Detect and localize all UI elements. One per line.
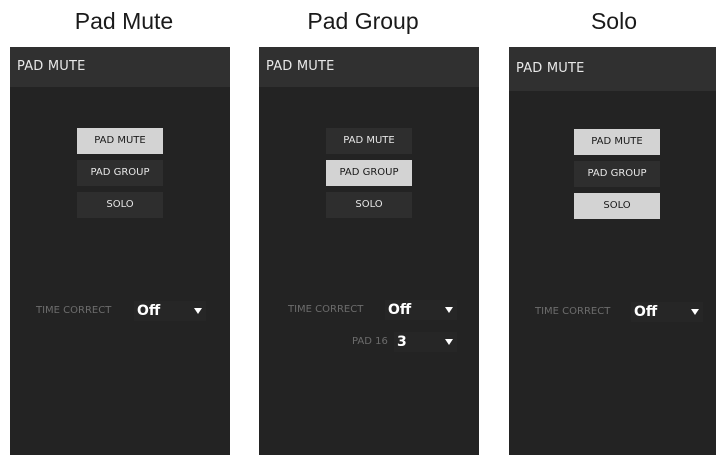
pad-group-button[interactable]: PAD GROUP: [77, 160, 163, 186]
pad-group-value: 3: [397, 334, 407, 350]
time-correct-dropdown[interactable]: Off: [385, 300, 457, 320]
pad-group-panel: PAD MUTE PAD MUTE PAD GROUP SOLO TIME CO…: [259, 47, 479, 455]
solo-button[interactable]: SOLO: [574, 193, 660, 219]
pad-mute-button[interactable]: PAD MUTE: [326, 128, 412, 154]
pad-mute-button[interactable]: PAD MUTE: [574, 129, 660, 155]
pad-mute-panel: PAD MUTE PAD MUTE PAD GROUP SOLO TIME CO…: [10, 47, 230, 455]
triangle-down-icon: [445, 339, 453, 345]
time-correct-value: Off: [634, 304, 658, 320]
solo-button[interactable]: SOLO: [77, 192, 163, 218]
solo-panel: PAD MUTE PAD MUTE PAD GROUP SOLO TIME CO…: [509, 47, 716, 455]
time-correct-label: TIME CORRECT: [36, 305, 112, 316]
triangle-down-icon: [194, 308, 202, 314]
caption-pad-mute: Pad Mute: [74, 8, 174, 34]
panel-header: PAD MUTE: [509, 47, 716, 91]
time-correct-label: TIME CORRECT: [288, 304, 364, 315]
triangle-down-icon: [445, 307, 453, 313]
caption-pad-group: Pad Group: [307, 8, 419, 34]
panel-header: PAD MUTE: [259, 47, 479, 87]
time-correct-label: TIME CORRECT: [535, 306, 611, 317]
time-correct-value: Off: [388, 302, 412, 318]
triangle-down-icon: [691, 309, 699, 315]
pad-group-dropdown[interactable]: 3: [394, 332, 457, 352]
solo-button[interactable]: SOLO: [326, 192, 412, 218]
pad-mute-button[interactable]: PAD MUTE: [77, 128, 163, 154]
time-correct-dropdown[interactable]: Off: [134, 301, 206, 321]
panel-header: PAD MUTE: [10, 47, 230, 87]
time-correct-dropdown[interactable]: Off: [631, 302, 703, 322]
pad-group-button[interactable]: PAD GROUP: [326, 160, 412, 186]
pad-group-button[interactable]: PAD GROUP: [574, 161, 660, 187]
time-correct-value: Off: [137, 303, 161, 319]
caption-solo: Solo: [590, 8, 638, 34]
pad-number-label: PAD 16: [352, 336, 388, 347]
